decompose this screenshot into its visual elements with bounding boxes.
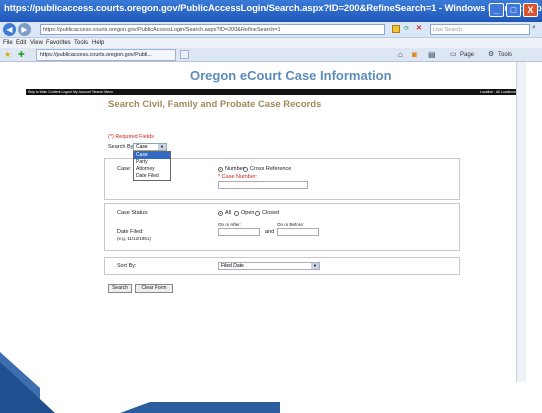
slide-decoration: [0, 352, 55, 413]
stop-icon[interactable]: ✕: [416, 24, 422, 32]
close-button[interactable]: X: [523, 3, 538, 17]
case-number-input[interactable]: [218, 181, 308, 189]
window-title-bar: https://publicaccess.courts.oregon.gov/P…: [0, 0, 542, 22]
url-input[interactable]: https://publicaccess.courts.oregon.gov/P…: [40, 24, 385, 35]
menu-file[interactable]: File: [3, 38, 13, 48]
rss-icon[interactable]: ◙: [412, 50, 417, 59]
and-label: and: [265, 229, 275, 235]
cross-reference-radio-label: Cross Reference: [250, 166, 292, 172]
lock-icon[interactable]: [392, 25, 400, 33]
search-input[interactable]: Live Search: [430, 24, 530, 35]
back-icon[interactable]: ◀: [3, 23, 16, 36]
site-title: Oregon eCourt Case Information: [190, 68, 392, 83]
tab-bar: ★ ✚ https://publicaccess.courts.oregon.g…: [0, 48, 542, 62]
case-number-label: * Case Number:: [218, 174, 258, 180]
status-all-label: All: [225, 210, 232, 216]
option-date-filed[interactable]: Date Filed: [134, 173, 170, 180]
menu-help[interactable]: Help: [92, 38, 104, 48]
required-fields-note: (*) Required Fields: [108, 134, 154, 140]
minimize-button[interactable]: _: [489, 3, 504, 17]
tools-menu[interactable]: Tools: [498, 50, 512, 60]
menu-tools[interactable]: Tools: [74, 38, 88, 48]
status-open-radio[interactable]: [234, 211, 239, 216]
chevron-down-icon[interactable]: ▼: [158, 144, 166, 150]
vertical-scrollbar[interactable]: [516, 62, 526, 382]
date-filed-hint: (e.g. 11/12/1951): [117, 236, 151, 241]
search-button[interactable]: Search: [108, 284, 132, 293]
skip-links[interactable]: Skip to Main Content Logout My Account S…: [28, 89, 113, 95]
slide-bottom-stripe: [120, 402, 280, 413]
forward-icon[interactable]: ▶: [18, 23, 31, 36]
search-icon[interactable]: ⌕: [532, 24, 536, 32]
status-closed-radio[interactable]: [255, 211, 260, 216]
option-attorney[interactable]: Attorney: [134, 166, 170, 173]
home-icon[interactable]: ⌂: [398, 50, 403, 59]
new-tab-button[interactable]: [180, 50, 189, 59]
search-by-label: Search By:: [108, 144, 135, 150]
tab-current-page[interactable]: https://publicaccess.courts.oregon.gov/P…: [36, 49, 176, 61]
cross-reference-radio[interactable]: [243, 167, 248, 172]
clear-form-button[interactable]: Clear Form: [135, 284, 173, 293]
on-after-label: On or After:: [218, 222, 242, 227]
status-all-radio[interactable]: [218, 211, 223, 216]
address-bar: ◀ ▶ https://publicaccess.courts.oregon.g…: [0, 22, 542, 38]
sort-by-label: Sort By:: [117, 263, 137, 269]
date-on-after-input[interactable]: [218, 228, 260, 236]
case-status-label: Case Status:: [117, 210, 149, 216]
menu-favorites[interactable]: Favorites: [46, 38, 71, 48]
on-before-label: On or Before:: [277, 222, 305, 227]
menu-view[interactable]: View: [30, 38, 43, 48]
print-icon[interactable]: ▤: [428, 50, 436, 59]
sort-by-select[interactable]: Filed Date ▼: [218, 262, 320, 270]
case-number-radio[interactable]: [218, 167, 223, 172]
case-number-radio-label: Number: [225, 166, 245, 172]
status-open-label: Open: [241, 210, 255, 216]
maximize-button[interactable]: □: [506, 3, 521, 17]
search-by-select[interactable]: Case ▼: [133, 143, 167, 151]
date-filed-label: Date Filed:: [117, 229, 144, 235]
status-date-panel: [104, 203, 460, 251]
search-by-value: Case: [136, 144, 148, 150]
page-icon: ▭: [450, 51, 457, 58]
favorites-star-icon[interactable]: ★: [4, 50, 11, 59]
menu-bar: File Edit View Favorites Tools Help: [0, 38, 542, 48]
case-label: Case:: [117, 166, 132, 172]
option-case[interactable]: Case: [134, 152, 170, 159]
tools-gear-icon: ⚙: [488, 51, 495, 58]
option-party[interactable]: Party: [134, 159, 170, 166]
page-menu[interactable]: Page: [460, 50, 474, 60]
sort-by-value: Filed Date: [221, 263, 244, 269]
menu-edit[interactable]: Edit: [16, 38, 26, 48]
status-closed-label: Closed: [262, 210, 280, 216]
window-title: https://publicaccess.courts.oregon.gov/P…: [4, 3, 542, 14]
date-on-before-input[interactable]: [277, 228, 319, 236]
page-heading: Search Civil, Family and Probate Case Re…: [108, 99, 322, 110]
refresh-icon[interactable]: ⟳: [404, 25, 409, 32]
add-favorites-icon[interactable]: ✚: [18, 50, 25, 59]
chevron-down-icon[interactable]: ▼: [311, 263, 319, 269]
search-by-dropdown: Case Party Attorney Date Filed: [133, 151, 171, 181]
